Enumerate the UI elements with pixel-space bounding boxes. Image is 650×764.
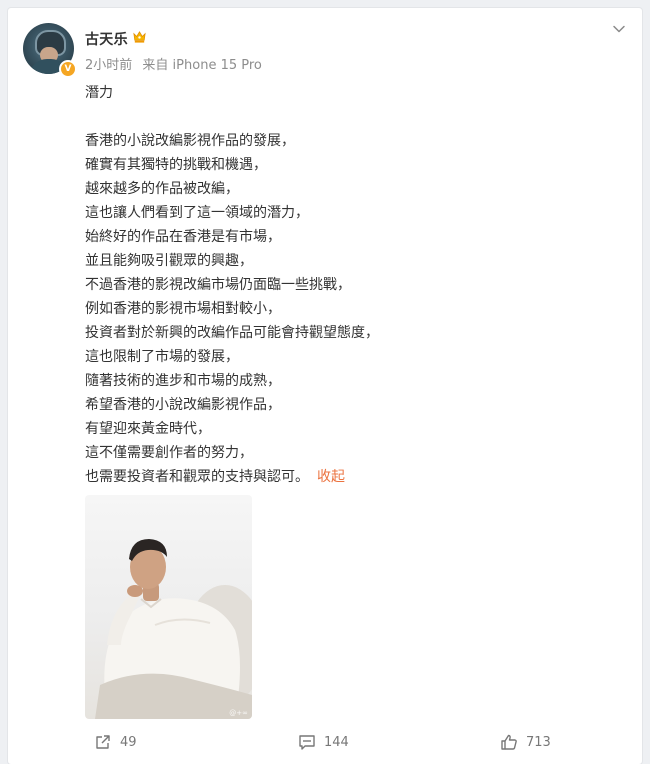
comment-button[interactable]: 144	[298, 728, 349, 756]
post-line: 這也讓人們看到了這一領域的潛力，	[85, 205, 309, 221]
comment-count: 144	[324, 734, 349, 750]
post-title: 潛力	[85, 85, 113, 101]
post-line: 確實有其獨特的挑戰和機遇，	[85, 157, 267, 173]
post-time[interactable]: 2小时前	[85, 58, 132, 73]
post-line: 香港的小說改編影視作品的發展，	[85, 133, 295, 149]
comment-icon	[299, 735, 315, 750]
post-line: 隨著技術的進步和市場的成熟，	[85, 373, 281, 389]
post-body: 潛力 香港的小說改編影視作品的發展， 確實有其獨特的挑戰和機遇， 越來越多的作品…	[85, 81, 605, 489]
repost-count: 49	[120, 734, 137, 750]
photo-illustration	[95, 539, 252, 719]
post-line-text: 也需要投資者和觀眾的支持與認可。	[85, 469, 309, 485]
chevron-down-icon[interactable]	[612, 22, 626, 36]
weibo-post-card: V 古天乐 2小时前 来自 iPhone 15 Pro 潛力 香港的小說改編影視…	[8, 8, 642, 764]
post-line: 希望香港的小說改編影視作品，	[85, 397, 281, 413]
crown-icon	[133, 31, 146, 43]
post-photo[interactable]: @+∞	[85, 495, 252, 719]
action-bar: 49 144 713	[8, 728, 642, 756]
post-line: 這也限制了市場的發展，	[85, 349, 239, 365]
post-line: 例如香港的影視市場相對較小，	[85, 301, 281, 317]
post-line: 有望迎來黃金時代，	[85, 421, 211, 437]
post-line: 越來越多的作品被改編，	[85, 181, 239, 197]
post-line: 這不僅需要創作者的努力，	[85, 445, 253, 461]
username[interactable]: 古天乐	[85, 29, 128, 49]
share-icon	[96, 735, 110, 749]
post-source: 来自 iPhone 15 Pro	[142, 58, 262, 73]
post-meta: 2小时前 来自 iPhone 15 Pro	[85, 54, 262, 73]
photo-watermark: @+∞	[229, 709, 248, 717]
collapse-link[interactable]: 收起	[317, 469, 345, 485]
post-line: 始終好的作品在香港是有市場，	[85, 229, 281, 245]
post-line: 並且能夠吸引觀眾的興趣，	[85, 253, 253, 269]
post-line: 投資者對於新興的改編作品可能會持觀望態度，	[85, 325, 379, 341]
post-line-last: 也需要投資者和觀眾的支持與認可。 收起	[85, 465, 605, 489]
like-count: 713	[526, 734, 551, 750]
post-line: 不過香港的影視改編市場仍面臨一些挑戰，	[85, 277, 351, 293]
like-button[interactable]: 713	[500, 728, 551, 756]
repost-button[interactable]: 49	[94, 728, 137, 756]
thumbs-up-icon	[501, 734, 517, 750]
verified-badge: V	[59, 60, 77, 78]
